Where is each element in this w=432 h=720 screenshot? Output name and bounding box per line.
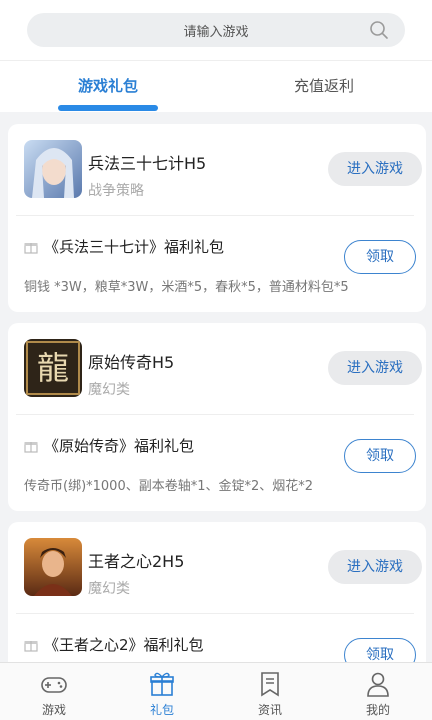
nav-item-profile[interactable]: 我的 [324, 663, 432, 720]
nav-item-games[interactable]: 游戏 [0, 663, 108, 720]
search-input[interactable]: 请输入游戏 [27, 21, 405, 40]
gift-description: 传奇币(绑)*1000、副本卷轴*1、金锭*2、烟花*2 [24, 479, 314, 494]
gift-title: 《原始传奇》福利礼包 [44, 437, 195, 455]
top-header: 请输入游戏 游戏礼包 充值返利 [0, 0, 432, 112]
game-category: 战争策略 [88, 183, 144, 199]
game-category: 魔幻类 [88, 581, 130, 597]
gift-title: 《兵法三十七计》福利礼包 [44, 238, 225, 256]
game-category: 魔幻类 [88, 382, 130, 398]
gift-title: 《王者之心2》福利礼包 [44, 636, 204, 654]
gift-box-icon [24, 641, 38, 652]
gift-description: 铜钱 *3W，粮草*3W，米酒*5，春秋*5，普通材料包*5 [24, 280, 349, 295]
game-card: 龍 原始传奇H5 魔幻类 进入游戏 《原始传奇》福利礼包 领取 传奇币(绑)*1… [8, 323, 426, 511]
enter-game-button[interactable]: 进入游戏 [328, 152, 422, 186]
profile-icon [367, 672, 389, 697]
nav-item-news[interactable]: 资讯 [216, 663, 324, 720]
game-name: 兵法三十七计H5 [88, 154, 207, 173]
search-bar[interactable]: 请输入游戏 [27, 13, 405, 47]
nav-label: 我的 [365, 703, 390, 717]
enter-game-button[interactable]: 进入游戏 [328, 550, 422, 584]
game-icon[interactable]: 龍 [24, 339, 82, 397]
game-name: 王者之心2H5 [88, 552, 185, 571]
claim-button[interactable]: 领取 [344, 240, 416, 274]
game-icon[interactable] [24, 538, 82, 596]
search-icon[interactable] [369, 20, 389, 40]
game-row: 兵法三十七计H5 战争策略 进入游戏 [16, 124, 422, 216]
game-row: 王者之心2H5 魔幻类 进入游戏 [16, 522, 422, 614]
gamepad-icon [41, 677, 67, 693]
nav-item-gifts[interactable]: 礼包 [108, 663, 216, 720]
enter-game-button[interactable]: 进入游戏 [328, 351, 422, 385]
game-name: 原始传奇H5 [88, 353, 175, 372]
nav-label: 礼包 [149, 703, 174, 717]
gift-icon [150, 672, 174, 696]
gift-box-icon [24, 442, 38, 453]
claim-button[interactable]: 领取 [344, 439, 416, 473]
svg-text:龍: 龍 [37, 349, 69, 387]
tab-bar: 游戏礼包 充值返利 [0, 60, 432, 112]
nav-label: 资讯 [257, 703, 282, 717]
active-tab-indicator [58, 105, 158, 111]
gift-box-icon [24, 243, 38, 254]
tab-game-gifts[interactable]: 游戏礼包 [0, 75, 216, 96]
news-icon [261, 672, 279, 697]
bottom-nav: 游戏 礼包 资讯 我的 [0, 662, 432, 720]
game-icon[interactable] [24, 140, 82, 198]
nav-label: 游戏 [41, 703, 66, 717]
tab-recharge-rebate[interactable]: 充值返利 [216, 75, 432, 96]
game-card: 兵法三十七计H5 战争策略 进入游戏 《兵法三十七计》福利礼包 领取 铜钱 *3… [8, 124, 426, 312]
game-row: 龍 原始传奇H5 魔幻类 进入游戏 [16, 323, 422, 415]
